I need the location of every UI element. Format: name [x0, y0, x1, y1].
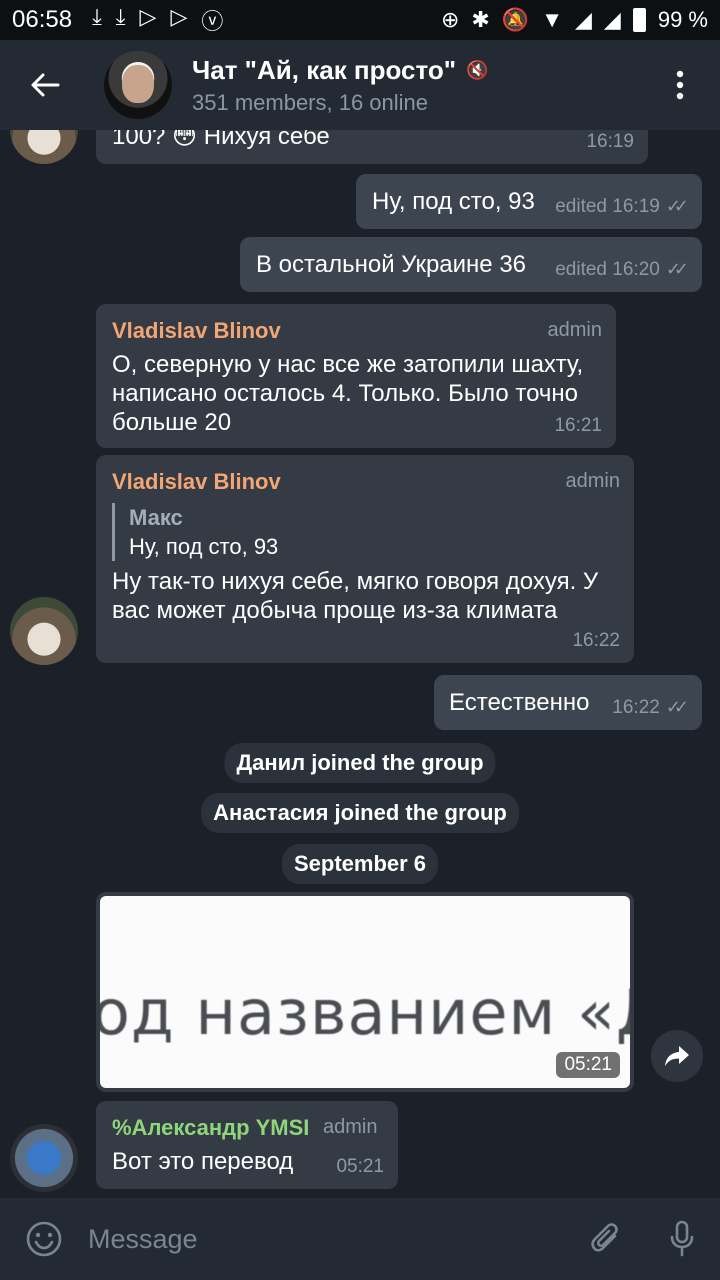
double-check-icon: ✓✓: [665, 697, 689, 717]
service-message: Анастасия joined the group: [201, 793, 519, 833]
group-avatar[interactable]: [104, 51, 172, 119]
reply-sender: Макс: [129, 505, 183, 530]
time-label: 16:21: [554, 415, 602, 436]
bluetooth-icon: ✱: [471, 7, 490, 32]
paperclip-icon: [591, 1223, 618, 1252]
back-button[interactable]: [0, 40, 90, 130]
more-menu-button[interactable]: [640, 70, 720, 100]
status-bar: 06:58 ⤓ ⤓ ▷ ▷ ⓥ ⊕ ✱ 🔕 ▼ ◢ ◢ 99 %: [0, 0, 720, 40]
time-label: edited 16:19: [555, 196, 660, 217]
sender-avatar[interactable]: [10, 1124, 78, 1192]
message-bubble[interactable]: Vladislav Blinov admin О, северную у нас…: [96, 304, 616, 448]
battery-level: 99 %: [657, 7, 708, 32]
time-label: 16:22: [572, 630, 620, 651]
time-label: 05:21: [336, 1156, 384, 1177]
sender-name[interactable]: %Александр YMSI: [112, 1113, 309, 1142]
wifi-icon: ▼: [541, 7, 563, 32]
time-label: 16:19: [586, 131, 634, 152]
emoji-button[interactable]: [0, 1220, 88, 1258]
admin-badge: admin: [565, 470, 620, 492]
time-label: edited 16:20: [555, 259, 660, 280]
message-text: Ну так-то нихуя себе, мягко говоря дохуя…: [112, 568, 599, 624]
message-time: 05:21: [336, 1152, 384, 1181]
system-icons: ⊕ ✱ 🔕 ▼ ◢ ◢ 99 %: [441, 7, 708, 33]
battery-icon: [632, 8, 646, 32]
message-text: Естественно: [449, 689, 590, 716]
telegram-chat-screen: 06:58 ⤓ ⤓ ▷ ▷ ⓥ ⊕ ✱ 🔕 ▼ ◢ ◢ 99 % Чат "Ай…: [0, 0, 720, 1280]
admin-badge: admin: [547, 319, 602, 341]
message-list[interactable]: 100? 😳 Нихуя себе 16:19 Ну, под сто, 93 …: [0, 130, 720, 1198]
microphone-icon: [670, 1220, 694, 1257]
arrow-left-icon: [31, 73, 60, 97]
date-separator: September 6: [281, 844, 439, 884]
muted-icon: 🔇: [466, 59, 489, 80]
sender-name[interactable]: Vladislav Blinov: [112, 316, 281, 345]
message-text: Вот это перевод: [112, 1148, 294, 1175]
data-saver-icon: ⊕: [440, 7, 460, 32]
message-text: Ну, под сто, 93: [372, 188, 535, 215]
attach-button[interactable]: [568, 1220, 644, 1258]
photo-image[interactable]: од названием «Д 05:21: [100, 896, 630, 1088]
signal-icon: ◢: [575, 7, 592, 32]
chat-title-text: Чат "Ай, как просто": [192, 54, 457, 85]
message-time: 16:22 ✓✓: [612, 693, 689, 722]
service-message: Данил joined the group: [224, 743, 496, 783]
photo-time: 05:21: [556, 1052, 620, 1078]
voice-button[interactable]: [644, 1220, 720, 1258]
photo-message[interactable]: од названием «Д 05:21: [96, 892, 634, 1092]
message-bubble[interactable]: 100? 😳 Нихуя себе 16:19: [96, 130, 648, 164]
admin-badge: admin: [323, 1116, 378, 1138]
sender-avatar[interactable]: [10, 130, 78, 164]
time-label: 16:22: [612, 697, 660, 718]
message-time: edited 16:20 ✓✓: [555, 255, 689, 284]
message-text: 100? 😳 Нихуя себе: [112, 130, 330, 150]
photo-content-text: од названием «Д: [100, 976, 630, 1049]
message-text: В остальной Украине 36: [256, 251, 527, 278]
chat-header: Чат "Ай, как просто" 🔇 351 members, 16 o…: [0, 40, 720, 130]
download-icon: ⤓: [92, 4, 102, 29]
outgoing-message-bubble[interactable]: Ну, под сто, 93 edited 16:19 ✓✓: [356, 174, 702, 229]
outgoing-message-bubble[interactable]: В остальной Украине 36 edited 16:20 ✓✓: [240, 237, 702, 292]
message-time: 16:21: [554, 411, 602, 440]
share-button[interactable]: [651, 1030, 703, 1082]
play-icon: ▷: [170, 4, 188, 29]
reply-quote[interactable]: Макс Ну, под сто, 93: [112, 503, 278, 561]
message-time: edited 16:19 ✓✓: [555, 192, 689, 221]
share-arrow-icon: [665, 1046, 689, 1066]
sender-name[interactable]: Vladislav Blinov: [112, 467, 281, 496]
sender-avatar[interactable]: [10, 597, 78, 665]
vpn-icon: ⓥ: [201, 9, 224, 34]
message-text: О, северную у нас все же затопили шахту,…: [112, 351, 584, 436]
message-input-bar: Message: [0, 1198, 720, 1280]
chat-title-area[interactable]: Чат "Ай, как просто" 🔇 351 members, 16 o…: [192, 55, 640, 116]
play-store-icon: ▷: [139, 4, 157, 29]
message-bubble[interactable]: Vladislav Blinov admin Макс Ну, под сто,…: [96, 455, 634, 663]
chat-subtitle: 351 members, 16 online: [192, 89, 429, 115]
signal-icon: ◢: [603, 7, 621, 32]
chat-title: Чат "Ай, как просто" 🔇: [192, 55, 640, 86]
reply-text: Ну, под сто, 93: [129, 534, 279, 559]
download-icon: ⤓: [115, 4, 126, 29]
outgoing-message-bubble[interactable]: Естественно 16:22 ✓✓: [434, 675, 702, 730]
status-time: 06:58: [12, 6, 73, 33]
message-time: 16:22: [572, 626, 620, 655]
double-check-icon: ✓✓: [665, 196, 689, 216]
message-input[interactable]: Message: [88, 1224, 568, 1255]
notification-icons: ⤓ ⤓ ▷ ▷ ⓥ: [92, 4, 223, 36]
smiley-icon: [26, 1221, 62, 1257]
message-bubble[interactable]: %Александр YMSI admin Вот это перевод 05…: [96, 1101, 398, 1189]
message-time: 16:19: [586, 130, 634, 156]
double-check-icon: ✓✓: [665, 259, 689, 279]
dnd-icon: 🔕: [501, 7, 530, 32]
more-vertical-icon: [676, 70, 684, 100]
